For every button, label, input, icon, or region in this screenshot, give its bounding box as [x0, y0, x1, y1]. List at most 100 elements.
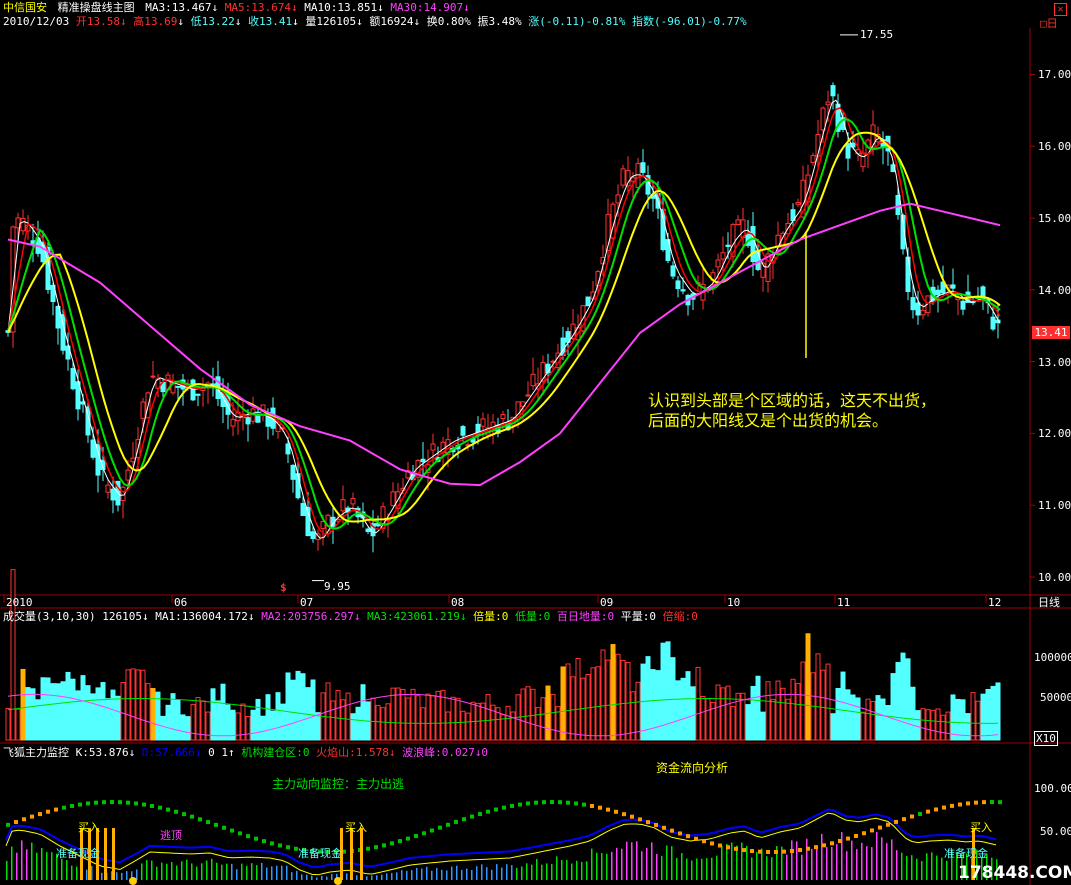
- indicator-k: K:53.876↓: [75, 746, 136, 759]
- indicator-dot: [390, 841, 394, 846]
- indicator-bar: [636, 841, 638, 880]
- indicator-bar: [836, 844, 838, 880]
- volume-bar: [465, 712, 471, 741]
- indicator-bar: [851, 840, 853, 880]
- indicator-bar: [296, 870, 298, 880]
- monitor-label: 主力动向监控：主力出逃: [272, 777, 405, 791]
- candle-body: [670, 265, 676, 277]
- volume-bar: [115, 695, 121, 741]
- indicator-dot: [94, 800, 98, 805]
- volume-unit: X10: [1034, 731, 1058, 746]
- volume-bar: [335, 690, 341, 741]
- indicator-bar: [146, 860, 148, 880]
- indicator-bar: [631, 842, 633, 880]
- volume-bar: [790, 678, 796, 741]
- buy-signal-bar: [360, 828, 363, 880]
- volume-bar: [85, 685, 91, 741]
- period-label[interactable]: 日线: [1038, 596, 1060, 609]
- indicator-bar: [576, 860, 578, 880]
- indicator-dot: [30, 814, 34, 819]
- volume-bar: [760, 711, 766, 741]
- indicator-bar: [496, 864, 498, 880]
- volume-bar: [535, 707, 541, 741]
- date-tick-label: 10: [727, 596, 741, 609]
- indicator-bar: [811, 848, 813, 880]
- volume-bar: [925, 709, 931, 741]
- indicator-bar: [86, 869, 88, 880]
- volume-bar: [165, 704, 171, 741]
- indicator-dot: [798, 847, 802, 852]
- indicator-bar: [891, 839, 893, 880]
- ma3-line: [7, 99, 1001, 539]
- volume-bar: [435, 690, 441, 741]
- indicator-bar: [646, 847, 648, 880]
- volume-bar: [705, 698, 711, 741]
- volume-bar: [105, 698, 111, 741]
- indicator-bar: [701, 858, 703, 880]
- indicator-dot: [166, 807, 170, 812]
- indicator-dot: [198, 817, 202, 822]
- volume-bar: [650, 669, 656, 741]
- volume-bar: [250, 709, 256, 741]
- indicator-bar: [376, 875, 378, 880]
- volume-bar: [425, 693, 431, 741]
- candle-body: [950, 284, 956, 289]
- indicator-dot: [174, 809, 178, 814]
- indicator-bar: [166, 863, 168, 880]
- indicator-bar: [771, 857, 773, 880]
- volume-bar: [190, 703, 196, 741]
- indicator-bar: [666, 845, 668, 880]
- close-icon[interactable]: ✕: [1054, 3, 1067, 16]
- candle-body: [125, 469, 131, 481]
- indicator-dot: [398, 839, 402, 844]
- volume-bar: [380, 707, 386, 741]
- volume-bar: [695, 666, 701, 741]
- quote-low: 低13.22: [190, 15, 235, 28]
- indicator-tick-50: 50.00: [1040, 825, 1071, 838]
- volume-bar: [880, 698, 886, 741]
- indicator-dot: [606, 807, 610, 812]
- indicator-bar: [911, 855, 913, 880]
- volume-bar: [370, 697, 376, 741]
- volume-bar: [110, 689, 116, 741]
- indicator-bar: [386, 873, 388, 880]
- volume-bar: [625, 661, 631, 741]
- ready-cash-2: 准备现金: [298, 847, 342, 860]
- volume-bar: [850, 694, 856, 741]
- indicator-dot: [182, 812, 186, 817]
- candle-body: [990, 316, 996, 330]
- indicator-jiancang: 机构建仓区:0: [241, 746, 310, 759]
- volume-bar: [910, 686, 916, 741]
- indicator-dot: [502, 805, 506, 810]
- indicator-bar: [906, 856, 908, 880]
- indicator-bar: [746, 845, 748, 880]
- indicator-dot: [942, 805, 946, 810]
- indicator-dot: [238, 831, 242, 836]
- indicator-bar: [466, 868, 468, 880]
- volume-bar: [935, 708, 941, 741]
- indicator-bar: [661, 855, 663, 880]
- indicator-bar: [126, 871, 128, 880]
- volume-bar: [565, 663, 571, 741]
- volume-bar: [185, 716, 191, 741]
- indicator-bar: [881, 837, 883, 880]
- indicator-dot: [838, 839, 842, 844]
- volume-bar: [530, 688, 536, 741]
- volume-bar: [235, 712, 241, 741]
- indicator-pair: 0 1↑: [208, 746, 235, 759]
- candle-body: [310, 531, 316, 539]
- indicator-dot: [78, 802, 82, 807]
- indicator-dot: [526, 801, 530, 806]
- indicator-bar: [346, 873, 348, 880]
- period-button[interactable]: □日: [1040, 17, 1058, 30]
- indicator-bar: [596, 852, 598, 880]
- volume-bar: [65, 671, 71, 741]
- indicator-bar: [571, 863, 573, 880]
- indicator-dot: [246, 834, 250, 839]
- signal-mark: $: [280, 581, 287, 594]
- indicator-bar: [216, 862, 218, 880]
- indicator-dot: [678, 831, 682, 836]
- indicator-dot: [766, 849, 770, 854]
- volume-bar: [525, 686, 531, 741]
- volume-bar: [840, 671, 846, 741]
